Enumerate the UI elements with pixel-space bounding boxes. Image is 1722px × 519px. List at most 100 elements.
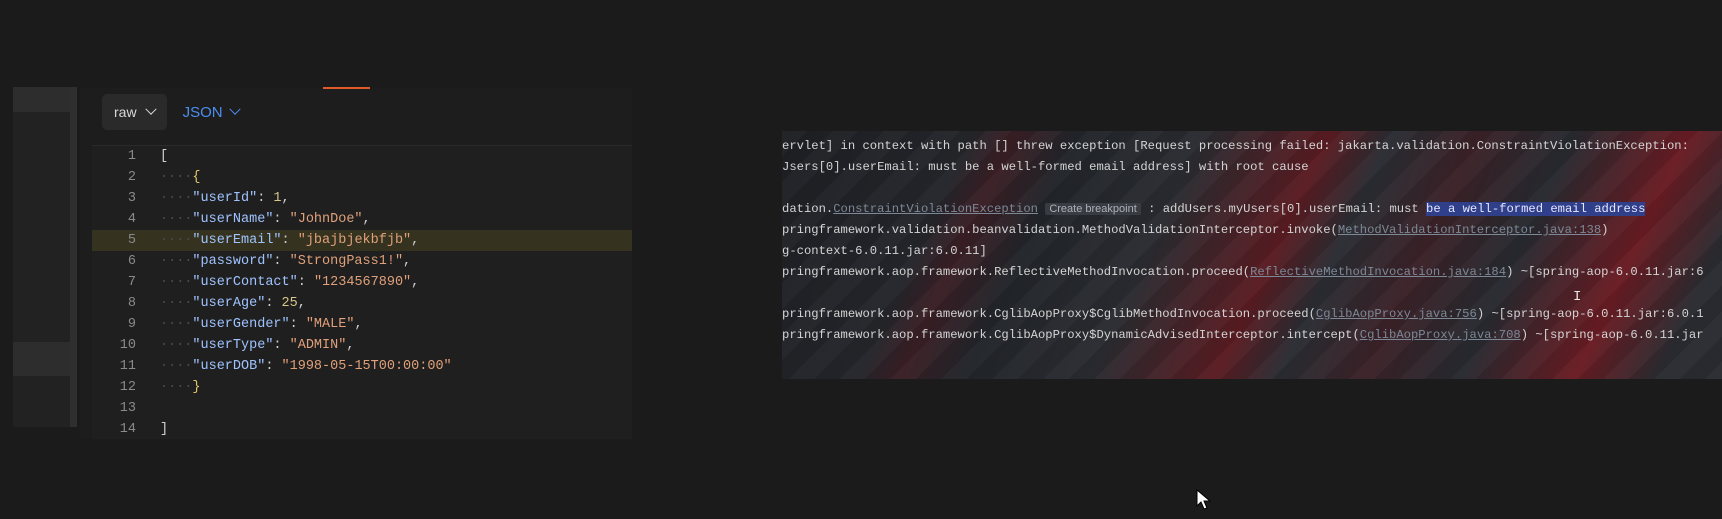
sidebar-block — [13, 87, 70, 112]
chevron-down-icon — [228, 103, 241, 115]
create-breakpoint-button[interactable]: Create breakpoint — [1045, 203, 1141, 215]
console-text: pringframework.aop.framework.CglibAopPro… — [782, 328, 1360, 342]
json-string: "ADMIN" — [289, 338, 347, 353]
line-number: 10 — [119, 338, 136, 353]
punctuation: : — [297, 275, 314, 290]
punctuation: , — [297, 296, 306, 311]
console-output[interactable]: ervlet] in context with path [] threw ex… — [782, 131, 1722, 379]
indent-guide: ···· — [160, 380, 193, 395]
body-type-dropdown[interactable]: JSON — [179, 94, 243, 130]
code-line[interactable]: 6 ····"password": "StrongPass1!", — [92, 251, 632, 272]
punctuation: ] — [160, 422, 169, 437]
punctuation: : — [265, 296, 282, 311]
line-number: 14 — [119, 422, 136, 437]
indent-guide: ···· — [160, 359, 193, 374]
code-line[interactable]: 4 ····"userName": "JohnDoe", — [92, 209, 632, 230]
indent-guide: ···· — [160, 191, 193, 206]
source-link[interactable]: ReflectiveMethodInvocation.java:184 — [1250, 265, 1506, 279]
line-number: 13 — [119, 401, 136, 416]
indent-guide: ···· — [160, 338, 193, 353]
json-key: "password" — [192, 254, 274, 269]
code-text: ····"userName": "JohnDoe", — [160, 209, 371, 230]
code-text: ····"password": "StrongPass1!", — [160, 251, 411, 272]
punctuation: [ — [160, 149, 169, 164]
source-link[interactable]: MethodValidationInterceptor.java:138 — [1338, 223, 1601, 237]
punctuation: : — [273, 338, 290, 353]
console-text: pringframework.aop.framework.CglibAopPro… — [782, 307, 1316, 321]
code-text: [ — [160, 146, 168, 167]
json-key: "userName" — [192, 212, 274, 227]
punctuation: , — [354, 317, 363, 332]
line-number: 7 — [127, 275, 136, 290]
code-text: ····"userEmail": "jbajbjekbfjb", — [160, 230, 419, 251]
code-line[interactable]: 11 ····"userDOB": "1998-05-15T00:00:00" — [92, 356, 632, 377]
line-number: 11 — [119, 359, 136, 374]
code-line[interactable]: 2 ····{ — [92, 167, 632, 188]
console-text: ) — [1601, 223, 1609, 237]
console-line: pringframework.validation.beanvalidation… — [782, 223, 1608, 237]
body-toolbar: raw JSON — [102, 94, 243, 130]
punctuation: : — [273, 212, 290, 227]
json-key: "userId" — [192, 191, 258, 206]
code-line[interactable]: 12 ····} — [92, 377, 632, 398]
selected-text[interactable]: be a well-formed email address — [1426, 202, 1646, 216]
json-number: 25 — [281, 296, 298, 311]
json-brace: } — [192, 380, 201, 395]
text-cursor-icon: I — [1573, 289, 1582, 305]
body-format-label: raw — [114, 104, 137, 120]
console-text: pringframework.validation.beanvalidation… — [782, 223, 1338, 237]
json-string: "1998-05-15T00:00:00" — [281, 359, 452, 374]
code-text: ····"userId": 1, — [160, 188, 290, 209]
code-line[interactable]: 8 ····"userAge": 25, — [92, 293, 632, 314]
console-text: ) ~[spring-aop-6.0.11.jar:6 — [1506, 265, 1704, 279]
code-text: ····"userAge": 25, — [160, 293, 306, 314]
code-line[interactable]: 13 — [92, 398, 632, 419]
code-line[interactable]: 9 ····"userGender": "MALE", — [92, 314, 632, 335]
json-code-editor[interactable]: 1[2 ····{3 ····"userId": 1, 4 ····"userName"… — [92, 145, 632, 439]
json-brace: { — [192, 170, 201, 185]
punctuation: : — [273, 254, 290, 269]
punctuation: , — [411, 233, 420, 248]
line-number: 1 — [127, 149, 136, 164]
code-line[interactable]: 14] — [92, 419, 632, 440]
code-line[interactable]: 1[ — [92, 146, 632, 167]
line-number: 4 — [127, 212, 136, 227]
line-number: 6 — [127, 254, 136, 269]
code-line[interactable]: 3 ····"userId": 1, — [92, 188, 632, 209]
sidebar-scrollbar[interactable] — [70, 87, 77, 427]
code-line[interactable]: 7 ····"userContact": "1234567890", — [92, 272, 632, 293]
body-type-label: JSON — [182, 103, 223, 121]
console-text: dation. — [782, 202, 834, 216]
console-text: pringframework.aop.framework.ReflectiveM… — [782, 265, 1251, 279]
json-number: 1 — [273, 191, 282, 206]
line-number: 5 — [127, 233, 136, 248]
exception-link[interactable]: ConstraintViolationException — [833, 202, 1038, 216]
json-key: "userEmail" — [192, 233, 282, 248]
line-number: 8 — [127, 296, 136, 311]
source-link[interactable]: CglibAopProxy.java:756 — [1316, 307, 1477, 321]
punctuation: , — [281, 191, 290, 206]
code-text: ····} — [160, 377, 201, 398]
sidebar-block — [13, 342, 70, 376]
sidebar-strip — [13, 87, 77, 427]
code-line[interactable]: 10 ····"userType": "ADMIN", — [92, 335, 632, 356]
code-line[interactable]: 5 ····"userEmail": "jbajbjekbfjb", — [92, 230, 632, 251]
indent-guide: ···· — [160, 170, 193, 185]
source-link[interactable]: CglibAopProxy.java:708 — [1360, 328, 1521, 342]
line-number: 12 — [119, 380, 136, 395]
json-key: "userContact" — [192, 275, 298, 290]
punctuation: , — [346, 338, 355, 353]
line-number: 3 — [127, 191, 136, 206]
punctuation: : — [265, 359, 282, 374]
indent-guide: ···· — [160, 296, 193, 311]
console-line: pringframework.aop.framework.ReflectiveM… — [782, 265, 1704, 279]
console-text: ) ~[spring-aop-6.0.11.jar — [1520, 328, 1704, 342]
active-tab-indicator — [323, 87, 370, 89]
body-format-dropdown[interactable]: raw — [102, 94, 167, 130]
code-text: ····"userContact": "1234567890", — [160, 272, 419, 293]
code-text: ····{ — [160, 167, 201, 188]
console-line: dation.ConstraintViolationException Crea… — [782, 202, 1646, 216]
punctuation: : — [289, 317, 306, 332]
indent-guide: ···· — [160, 317, 193, 332]
indent-guide: ···· — [160, 233, 193, 248]
